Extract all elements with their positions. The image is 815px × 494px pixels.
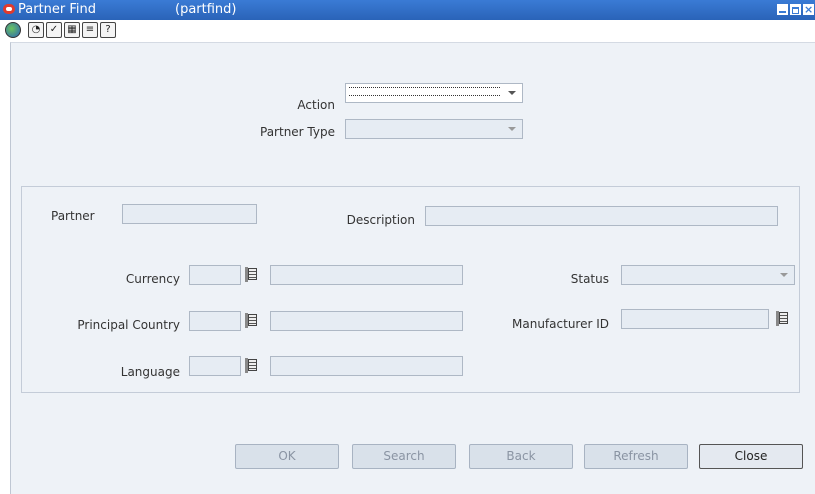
manufacturer-lov-icon[interactable] [774,309,792,329]
refresh-button[interactable]: Refresh [584,444,688,469]
title-bar: Partner Find (partfind) × [0,0,815,20]
language-code-input[interactable] [189,356,241,376]
manufacturer-id-input[interactable] [621,309,769,329]
description-label: Description [346,213,415,227]
notes-icon[interactable]: ≡ [82,22,98,38]
country-lov-icon[interactable] [243,311,261,331]
action-label: Action [297,98,335,112]
country-code-input[interactable] [189,311,241,331]
form-area: Action Partner Type Partner Description … [10,42,815,494]
oracle-logo-icon [3,4,15,14]
status-select[interactable] [621,265,795,285]
partner-type-select[interactable] [345,119,523,139]
minimize-icon[interactable] [777,4,788,15]
close-button[interactable]: Close [699,444,803,469]
search-button[interactable]: Search [352,444,456,469]
language-label: Language [120,365,180,379]
spellcheck-icon[interactable]: ✓ [46,22,62,38]
partner-type-label: Partner Type [260,125,335,139]
close-window-icon[interactable]: × [803,4,814,15]
currency-description-field [270,265,463,285]
window-title: Partner Find [18,2,97,17]
calendar-icon[interactable]: ▦ [64,22,80,38]
action-select[interactable] [345,83,523,103]
window-subtitle: (partfind) [175,2,237,17]
currency-code-input[interactable] [189,265,241,285]
language-description-field [270,356,463,376]
principal-country-label: Principal Country [77,318,180,332]
toolbar: ◔ ✓ ▦ ≡ ? [0,20,815,42]
maximize-icon[interactable] [790,4,801,15]
back-button[interactable]: Back [469,444,573,469]
language-lov-icon[interactable] [243,356,261,376]
description-input[interactable] [425,206,778,226]
partner-input[interactable] [122,204,257,224]
help-circle-icon[interactable]: ◔ [28,22,44,38]
status-label: Status [570,272,609,286]
help-icon[interactable]: ? [100,22,116,38]
partner-label: Partner [51,209,95,223]
country-description-field [270,311,463,331]
currency-label: Currency [125,272,180,286]
manufacturer-id-label: Manufacturer ID [512,317,609,331]
globe-icon[interactable] [5,22,21,38]
ok-button[interactable]: OK [235,444,339,469]
currency-lov-icon[interactable] [243,265,261,285]
